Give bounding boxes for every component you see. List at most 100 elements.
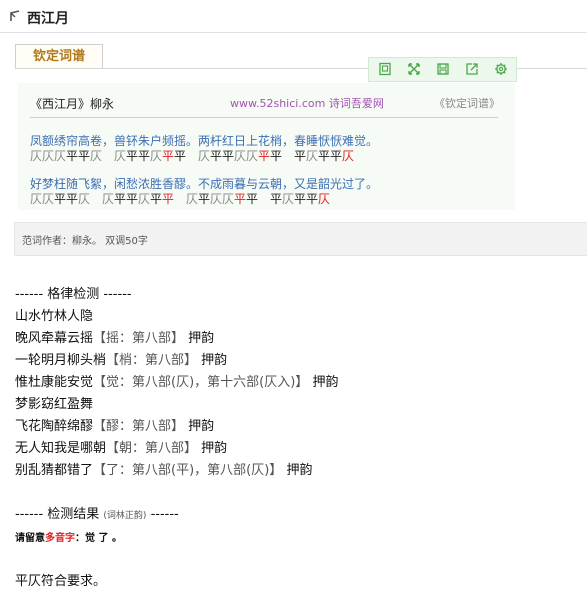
- check-row-5: 梦影窈红盈舞: [15, 393, 93, 412]
- author-info: 范词作者：柳永。 双调50字: [22, 236, 148, 247]
- poem-header: 《西江月》柳永 www.52shici.com 诗词吾爱网 《钦定词谱》: [30, 95, 500, 113]
- row-rhyme: 【觉：第八部(仄)，第十六部(仄入)】: [93, 375, 309, 390]
- tone-mark: 平: [198, 192, 211, 206]
- tab-cipu[interactable]: 钦定词谱: [15, 44, 103, 69]
- check-row-6: 飞花陶醉绵醪【醪：第八部】 押韵: [15, 415, 214, 434]
- tone-mark: 仄: [102, 192, 115, 206]
- row-rhyme: 【朝：第八部】: [106, 441, 198, 456]
- share-button[interactable]: [462, 60, 482, 78]
- tone-mark: 平: [126, 149, 139, 163]
- conclusion: 平仄符合要求。: [15, 574, 107, 589]
- info-bar: 范词作者：柳永。 双调50字: [14, 222, 587, 256]
- tone-line-2: 仄仄平平仄 仄平平仄平平 仄平仄仄平平 平仄平平仄: [30, 190, 330, 207]
- tone-mark: 平: [174, 149, 187, 163]
- title-arrow-icon: [10, 10, 20, 21]
- tone-mark: 平: [78, 149, 91, 163]
- tone-mark: 平: [66, 149, 79, 163]
- tone-mark: 平: [330, 149, 343, 163]
- check-row-2: 晚风牵幕云摇【摇：第八部】 押韵: [15, 327, 214, 346]
- tone-mark: 仄: [234, 149, 247, 163]
- tone-mark: 平: [66, 192, 79, 206]
- share-icon: [466, 63, 478, 75]
- cipu-label: 《钦定词谱》: [434, 97, 500, 110]
- result-header: ------ 检测结果 (词林正韵) ------: [15, 503, 179, 522]
- tone-mark: 平: [210, 149, 223, 163]
- check-row-7: 无人知我是哪朝【朝：第八部】 押韵: [15, 437, 227, 456]
- save-button[interactable]: [433, 60, 453, 78]
- tone-mark: 仄: [282, 192, 295, 206]
- polyphone-warning: 请留意多音字：觉 了 。: [15, 529, 122, 544]
- row-mark: 押韵: [201, 353, 228, 368]
- tone-mark: 仄: [306, 149, 319, 163]
- row-text: 别乱猜都错了: [15, 463, 94, 478]
- poem-divider: [30, 117, 498, 118]
- tone-mark: 仄: [42, 192, 55, 206]
- row-text: 山水竹林人隐: [15, 309, 94, 324]
- warn-suffix: ：觉 了 。: [75, 533, 122, 544]
- doc-button[interactable]: [375, 60, 395, 78]
- check-row-4: 惟杜康能安觉【觉：第八部(仄)，第十六部(仄入)】 押韵: [15, 371, 338, 390]
- title-bar: 西江月: [0, 0, 587, 33]
- tone-mark: 平: [222, 149, 235, 163]
- tone-mark: 平: [318, 149, 331, 163]
- expand-button[interactable]: [404, 60, 424, 78]
- tone-line-1: 仄仄仄平平仄 仄平平仄平平 仄平平仄仄平平 平仄平平仄: [30, 147, 354, 164]
- tone-mark: 平: [162, 149, 175, 163]
- poem-toolbar: [368, 57, 517, 82]
- poem-title: 《西江月》柳永: [30, 97, 115, 111]
- tone-mark: 平: [270, 149, 283, 163]
- row-text: 飞花陶醉绵醪: [15, 419, 94, 434]
- tone-mark: 平: [234, 192, 247, 206]
- tone-mark: 仄: [78, 192, 91, 206]
- site-link[interactable]: www.52shici.com 诗词吾爱网: [230, 95, 384, 111]
- tone-mark: 仄: [150, 149, 163, 163]
- tone-mark: 仄: [186, 192, 199, 206]
- row-rhyme: 【摇：第八部】: [93, 331, 185, 346]
- tone-mark: 仄: [42, 149, 55, 163]
- gear-icon: [495, 63, 507, 75]
- page-title: 西江月: [27, 11, 69, 27]
- tone-mark: 平: [294, 192, 307, 206]
- tone-mark: 仄: [30, 149, 43, 163]
- tone-mark: 平: [306, 192, 319, 206]
- tone-mark: 平: [162, 192, 175, 206]
- row-mark: 押韵: [201, 441, 228, 456]
- warn-red: 多音字: [45, 533, 75, 544]
- tone-mark: 仄: [30, 192, 43, 206]
- tone-mark: 平: [150, 192, 163, 206]
- tone-mark: 平: [114, 192, 127, 206]
- tone-mark: 仄: [114, 149, 127, 163]
- row-mark: 押韵: [188, 419, 215, 434]
- row-rhyme: 【了：第八部(平)，第八部(仄)】: [93, 463, 283, 478]
- result-header-left: ------ 检测结果: [15, 507, 100, 522]
- row-mark: 押韵: [312, 375, 339, 390]
- tone-mark: 平: [270, 192, 283, 206]
- row-mark: 押韵: [188, 331, 215, 346]
- tone-mark: 仄: [198, 149, 211, 163]
- save-icon: [437, 63, 449, 75]
- tone-mark: 仄: [54, 149, 67, 163]
- tone-mark: 平: [126, 192, 139, 206]
- tone-mark: 仄: [210, 192, 223, 206]
- row-rhyme: 【醪：第八部】: [93, 419, 185, 434]
- row-text: 晚风牵幕云摇: [15, 331, 94, 346]
- row-mark: 押韵: [286, 463, 313, 478]
- tone-mark: 平: [246, 192, 259, 206]
- tone-mark: 平: [138, 149, 151, 163]
- tone-mark: 仄: [90, 149, 103, 163]
- row-text: 无人知我是哪朝: [15, 441, 107, 456]
- tone-mark: 平: [54, 192, 67, 206]
- row-text: 惟杜康能安觉: [15, 375, 94, 390]
- check-row-3: 一轮明月柳头梢【梢：第八部】 押韵: [15, 349, 227, 368]
- warn-prefix: 请留意: [15, 533, 45, 544]
- result-header-right: ------: [150, 507, 179, 522]
- row-text: 梦影窈红盈舞: [15, 397, 94, 412]
- tone-mark: 仄: [318, 192, 331, 206]
- tone-mark: 仄: [246, 149, 259, 163]
- expand-icon: [408, 63, 420, 75]
- check-row-1: 山水竹林人隐: [15, 305, 93, 324]
- tone-mark: 仄: [222, 192, 235, 206]
- settings-button[interactable]: [491, 60, 511, 78]
- tone-mark: 仄: [138, 192, 151, 206]
- tone-mark: 平: [258, 149, 271, 163]
